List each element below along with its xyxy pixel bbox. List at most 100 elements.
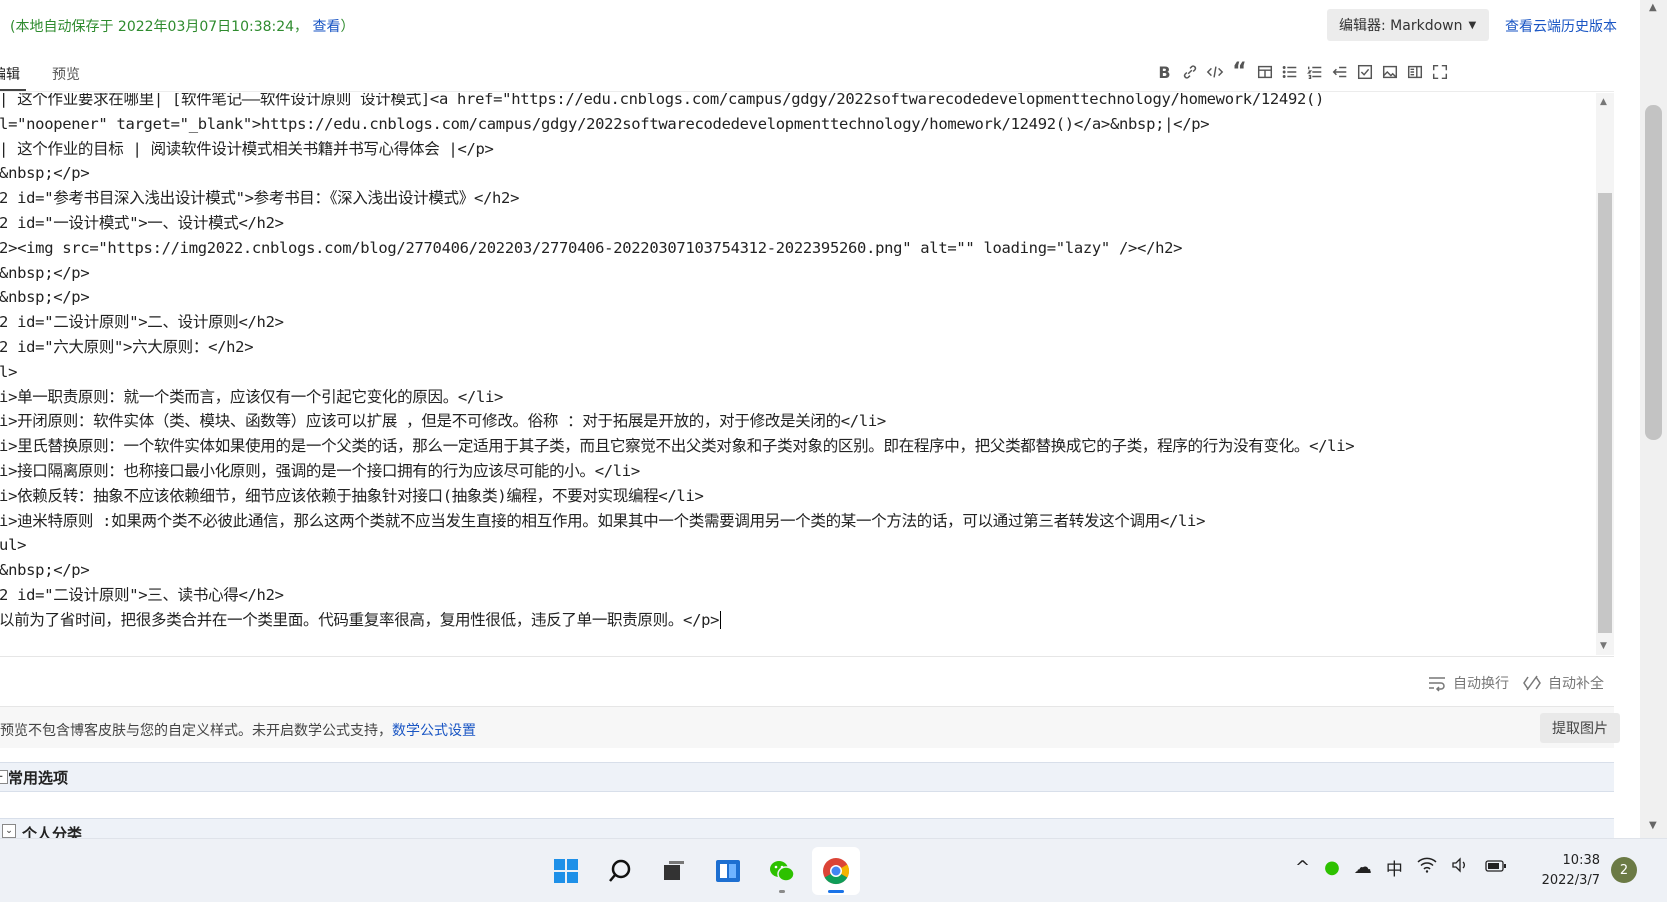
code-line[interactable]: h2 id="六大原则">六大原则：</h2> — [0, 334, 254, 360]
view-autosave-link[interactable]: 查看 — [313, 19, 341, 35]
code-line[interactable]: >&nbsp;</p> — [0, 557, 90, 583]
active-tab-indicator — [0, 89, 26, 91]
numbered-list-icon[interactable] — [1302, 60, 1327, 84]
autosave-close: ） — [340, 19, 355, 35]
page-scrollbar[interactable]: ▲ ▼ — [1640, 0, 1667, 838]
search-icon — [609, 859, 631, 882]
code-line[interactable]: >&nbsp;</p> — [0, 260, 90, 286]
table-icon[interactable] — [1252, 60, 1277, 84]
extract-images-button[interactable]: 提取图片 — [1540, 713, 1620, 743]
editor-tabbar: 编辑 预览 B “ — [0, 52, 1614, 92]
tab-preview[interactable]: 预览 — [52, 64, 80, 84]
taskbar-apps — [542, 847, 860, 895]
chevron-down-icon: ▼ — [1468, 19, 1477, 31]
code-line[interactable]: >&nbsp;</p> — [0, 160, 90, 186]
windows-icon — [554, 859, 578, 883]
taskbar: ^ ● ☁ 中 10:38 2022/3/7 2 — [0, 838, 1667, 902]
image-icon[interactable] — [1377, 60, 1402, 84]
widgets-button[interactable] — [704, 847, 752, 895]
common-options-label: 常用选项 — [8, 768, 69, 787]
autocomplete-icon — [1523, 675, 1541, 691]
preview-notice: 预览不包含博客皮肤与您的自定义样式。未开启数学公式支持，数学公式设置 — [0, 720, 476, 740]
code-line[interactable]: >| 这个作业的目标 | 阅读软件设计模式相关书籍并书写心得体会 |</p> — [0, 136, 494, 162]
bullet-list-icon[interactable] — [1277, 60, 1302, 84]
format-toolbar: B “ — [1152, 60, 1452, 84]
code-line[interactable]: el="noopener" target="_blank">https://ed… — [0, 111, 1210, 137]
active-indicator — [828, 890, 844, 893]
screen: (本地自动保存于 2022年03月07日10:38:24， 查看） 编辑器: M… — [0, 0, 1667, 902]
common-options-section[interactable]: - 常用选项 — [0, 762, 1614, 792]
checkbox-icon[interactable] — [1352, 60, 1377, 84]
outdent-icon[interactable] — [1327, 60, 1352, 84]
show-hidden-icons-icon[interactable]: ^ — [1295, 857, 1310, 878]
code-line[interactable]: li>依赖反转：抽象不应该依赖细节，细节应该依赖于抽象针对接口(抽象类)编程，不… — [0, 483, 704, 509]
scroll-up-icon[interactable]: ▲ — [1600, 97, 1607, 107]
page-scroll-up-icon[interactable]: ▲ — [1649, 2, 1657, 13]
personal-category-section[interactable]: ⌄ 个人分类 — [0, 818, 1614, 840]
task-view-button[interactable] — [650, 847, 698, 895]
start-button[interactable] — [542, 847, 590, 895]
code-line[interactable]: h2><img src="https://img2022.cnblogs.com… — [0, 235, 1183, 261]
editor-type-dropdown[interactable]: 编辑器: Markdown ▼ — [1327, 9, 1489, 41]
markdown-editor[interactable]: >| 这个作业要求在哪里| [软件笔记——软件设计原则 设计模式]<a href… — [0, 93, 1596, 655]
editor-scroll-thumb[interactable] — [1598, 193, 1612, 633]
page-scroll-thumb[interactable] — [1645, 105, 1662, 440]
preview-notice-bar: 预览不包含博客皮肤与您的自定义样式。未开启数学公式支持，数学公式设置 提取图片 — [0, 706, 1620, 748]
code-line[interactable]: >以前为了省时间，把很多类合并在一个类里面。代码重复率很高，复用性很低，违反了单… — [0, 607, 722, 633]
auto-complete-label: 自动补全 — [1548, 676, 1604, 692]
code-line[interactable]: h2 id="二设计原则">二、设计原则</h2> — [0, 309, 284, 335]
auto-wrap-toggle[interactable]: 自动换行 — [1427, 673, 1509, 693]
code-line[interactable]: h2 id="一设计模式">一、设计模式</h2> — [0, 210, 284, 236]
code-line[interactable]: >&nbsp;</p> — [0, 284, 90, 310]
code-line[interactable]: li>接口隔离原则：也称接口最小化原则，强调的是一个接口拥有的行为应该尽可能的小… — [0, 458, 640, 484]
battery-icon[interactable] — [1485, 857, 1507, 878]
fullscreen-icon[interactable] — [1427, 60, 1452, 84]
code-line[interactable]: li>单一职责原则：就一个类而言，应该仅有一个引起它变化的原因。</li> — [0, 384, 503, 410]
text-cursor — [720, 611, 722, 630]
autosave-text: (本地自动保存于 2022年03月07日10:38:24， — [10, 19, 309, 35]
code-line[interactable]: li>里氏替换原则：一个软件实体如果使用的是一个父类的话，那么一定适用于其子类，… — [0, 433, 1355, 459]
editor-footer: 自动换行 自动补全 — [0, 656, 1614, 706]
ime-indicator[interactable]: 中 — [1386, 855, 1403, 880]
code-line[interactable]: /ul> — [0, 532, 26, 558]
quote-icon[interactable]: “ — [1227, 60, 1252, 84]
link-icon[interactable] — [1177, 60, 1202, 84]
clock-time: 10:38 — [1562, 853, 1600, 868]
wechat-icon — [770, 861, 795, 882]
bold-icon[interactable]: B — [1152, 60, 1177, 84]
chrome-app[interactable] — [812, 847, 860, 895]
editor-scrollbar[interactable]: ▲ ▼ — [1596, 93, 1614, 655]
auto-wrap-label: 自动换行 — [1453, 676, 1509, 692]
code-icon[interactable] — [1202, 60, 1227, 84]
notification-badge[interactable]: 2 — [1611, 857, 1637, 883]
search-button[interactable] — [596, 847, 644, 895]
code-line[interactable]: li>迪米特原则 :如果两个类不必彼此通信，那么这两个类就不应当发生直接的相互作… — [0, 508, 1205, 534]
split-view-icon[interactable] — [1402, 60, 1427, 84]
editor-type-label: 编辑器: Markdown — [1339, 18, 1463, 34]
system-tray: ^ ● ☁ 中 — [1295, 855, 1507, 880]
wechat-tray-icon[interactable]: ● — [1324, 857, 1340, 878]
save-bar: (本地自动保存于 2022年03月07日10:38:24， 查看） 编辑器: M… — [0, 0, 1640, 50]
cloud-history-link[interactable]: 查看云端历史版本 — [1505, 16, 1617, 36]
wifi-icon[interactable] — [1417, 857, 1437, 878]
onedrive-icon[interactable]: ☁ — [1354, 857, 1372, 878]
volume-icon[interactable] — [1451, 857, 1471, 878]
auto-complete-toggle[interactable]: 自动补全 — [1522, 673, 1604, 693]
wrap-icon — [1429, 677, 1445, 692]
widgets-icon — [716, 860, 740, 882]
code-line[interactable]: li>开闭原则：软件实体（类、模块、函数等）应该可以扩展 ，但是不可修改。俗称 … — [0, 408, 886, 434]
scroll-down-icon[interactable]: ▼ — [1600, 641, 1607, 651]
math-settings-link[interactable]: 数学公式设置 — [392, 723, 476, 739]
clock[interactable]: 10:38 2022/3/7 — [1530, 851, 1600, 891]
wechat-app[interactable] — [758, 847, 806, 895]
code-line[interactable]: h2 id="参考书目深入浅出设计模式">参考书目：《深入浅出设计模式》</h2… — [0, 185, 519, 211]
code-line[interactable]: >| 这个作业要求在哪里| [软件笔记——软件设计原则 设计模式]<a href… — [0, 93, 1324, 112]
preview-notice-text: 预览不包含博客皮肤与您的自定义样式。未开启数学公式支持， — [0, 723, 392, 739]
code-line[interactable]: h2 id="二设计原则">三、读书心得</h2> — [0, 582, 284, 608]
page-scroll-down-icon[interactable]: ▼ — [1649, 820, 1657, 831]
clock-date: 2022/3/7 — [1541, 873, 1600, 888]
code-line[interactable]: ul> — [0, 359, 17, 385]
collapse-icon[interactable]: ⌄ — [2, 824, 16, 838]
tab-edit[interactable]: 编辑 — [0, 64, 20, 84]
collapse-icon[interactable]: - — [0, 770, 8, 784]
